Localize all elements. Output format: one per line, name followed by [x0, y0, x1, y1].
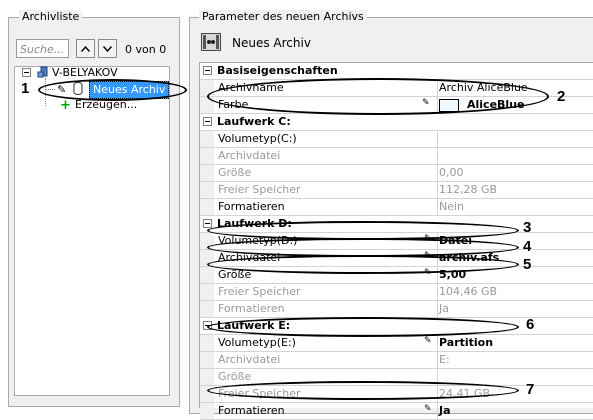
section-drive-c[interactable]: Laufwerk C: — [200, 114, 593, 131]
add-icon: + — [60, 98, 71, 113]
callout-ellipse-2 — [207, 78, 549, 115]
collapse-icon[interactable] — [203, 66, 212, 75]
archive-header-icon — [201, 33, 221, 51]
property-row-archivefile-e: Archivdatei E: — [200, 352, 593, 369]
property-row-free-c: Freier Speicher 112,28 GB — [200, 182, 593, 199]
pencil-icon: ✎ — [424, 336, 432, 346]
archive-header-title: Neues Archiv — [232, 36, 311, 50]
chevron-up-icon — [81, 45, 90, 52]
chevron-down-icon — [103, 45, 112, 52]
property-row-format-e[interactable]: Formatieren ✎ Ja — [200, 403, 593, 420]
callout-ellipse-1 — [38, 79, 187, 101]
callout-6: 6 — [526, 316, 535, 333]
tree-server-label[interactable]: V-BELYAKOV — [52, 66, 118, 79]
search-counter: 0 von 0 — [125, 43, 167, 56]
callout-ellipse-6 — [207, 317, 519, 337]
property-row-volume-e[interactable]: Volumetyp(E:) ✎ Partition — [200, 335, 593, 352]
collapse-icon[interactable] — [203, 219, 212, 228]
server-icon — [37, 66, 49, 78]
callout-4: 4 — [523, 238, 532, 255]
property-row-free-d: Freier Speicher 104,46 GB — [200, 284, 593, 301]
nav-up-button[interactable] — [76, 39, 95, 58]
search-input[interactable]: Suche... — [16, 39, 69, 58]
archive-tree[interactable] — [14, 66, 170, 396]
pencil-icon: ✎ — [424, 404, 432, 414]
callout-ellipse-7 — [207, 381, 519, 400]
callout-3: 3 — [523, 219, 532, 236]
property-row-volume-c[interactable]: Volumetyp(C:) — [200, 131, 593, 148]
callout-7: 7 — [526, 381, 535, 398]
property-row-format-c[interactable]: Formatieren Nein — [200, 199, 593, 216]
collapse-icon[interactable] — [203, 117, 212, 126]
archive-list-title: Archivliste — [19, 10, 83, 23]
callout-5: 5 — [523, 256, 532, 273]
collapse-icon[interactable] — [22, 68, 31, 77]
archive-params-title: Parameter des neuen Archivs — [199, 10, 367, 23]
property-row-archivefile-c: Archivdatei — [200, 148, 593, 165]
callout-2: 2 — [557, 88, 566, 105]
nav-down-button[interactable] — [98, 39, 117, 58]
property-row-size-c: Größe 0,00 — [200, 165, 593, 182]
callout-1: 1 — [21, 80, 30, 97]
callout-ellipse-5 — [207, 255, 519, 274]
